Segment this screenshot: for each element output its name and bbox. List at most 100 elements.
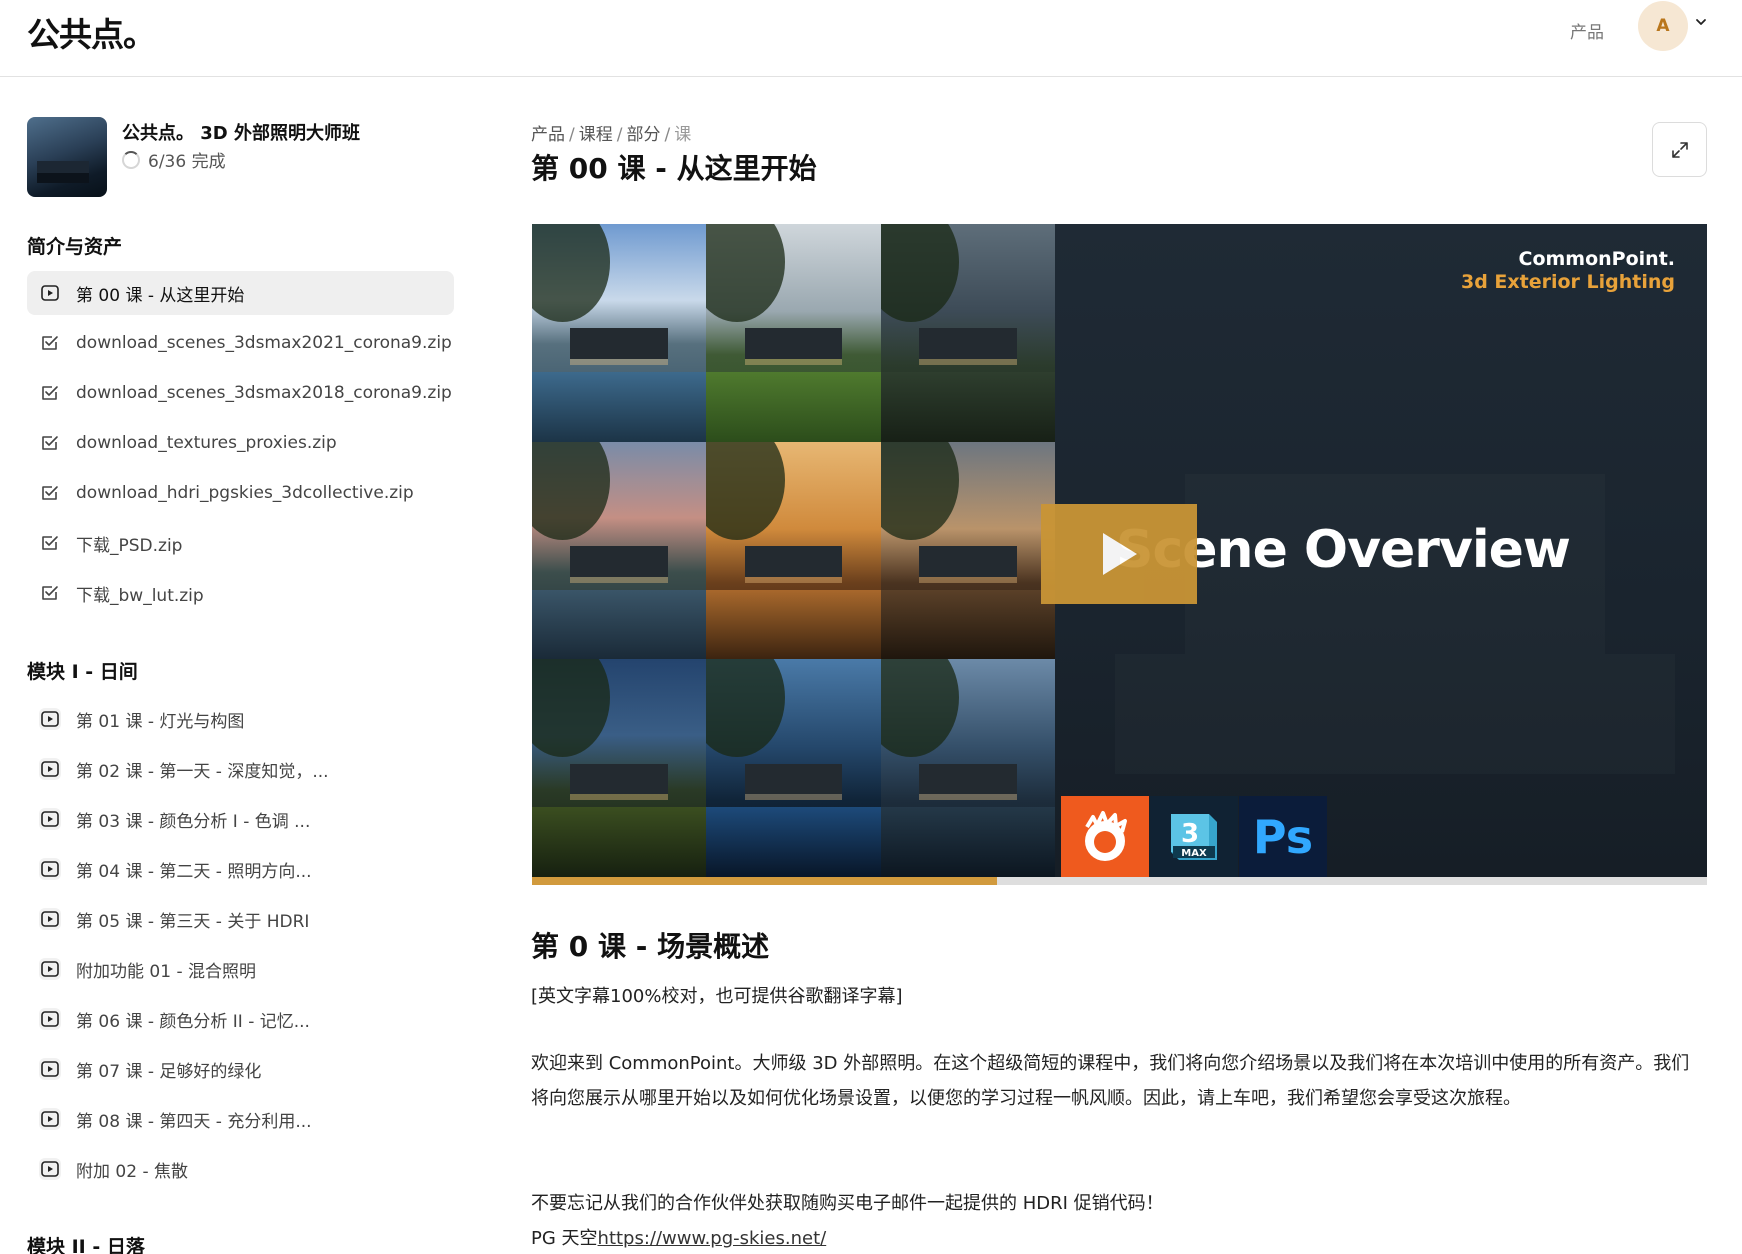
sidebar-lesson-item[interactable]: 第 00 课 - 从这里开始 — [27, 271, 454, 315]
video-lesson-icon — [39, 1158, 61, 1180]
section-title: 模块 II - 日落 — [27, 1236, 145, 1254]
sidebar-lesson-item[interactable]: 第 07 课 - 足够好的绿化 — [27, 1047, 454, 1091]
video-lesson-icon — [39, 858, 61, 880]
sidebar-lesson-item[interactable]: 附加 02 - 焦散 — [27, 1147, 454, 1191]
brand-subtitle: 3d Exterior Lighting — [1460, 271, 1675, 293]
checkbox-checked-icon — [39, 532, 61, 554]
thumbnail-collage — [532, 224, 1055, 877]
sidebar-lesson-item[interactable]: 第 08 课 - 第四天 - 充分利用... — [27, 1097, 454, 1141]
lesson-label: 第 07 课 - 足够好的绿化 — [76, 1061, 262, 1082]
page-title: 第 00 课 - 从这里开始 — [531, 152, 817, 185]
subtitle-note: [英文字幕100%校对，也可提供谷歌翻译字幕] — [531, 986, 903, 1007]
collage-tile — [532, 441, 707, 660]
breadcrumb-courses[interactable]: 课程 — [579, 125, 613, 145]
checkbox-checked-icon — [39, 482, 61, 504]
partner-name: PG 天空 — [531, 1228, 598, 1249]
video-lesson-icon — [39, 282, 61, 304]
sidebar-lesson-item[interactable]: 下载_bw_lut.zip — [27, 571, 454, 615]
lesson-label: 第 01 课 - 灯光与构图 — [76, 711, 245, 732]
section-title: 模块 I - 日间 — [27, 661, 138, 683]
sidebar-lesson-item[interactable]: 附加功能 01 - 混合照明 — [27, 947, 454, 991]
collage-tile — [880, 224, 1055, 442]
sidebar-lesson-item[interactable]: 第 05 课 - 第三天 - 关于 HDRI — [27, 897, 454, 941]
partner-line: PG 天空https://www.pg-skies.net/ — [531, 1221, 1706, 1254]
collage-tile — [880, 659, 1055, 877]
nav-products-link[interactable]: 产品 — [1570, 18, 1604, 43]
lesson-label: 第 06 课 - 颜色分析 II - 记忆... — [76, 1011, 310, 1032]
course-thumbnail — [27, 117, 107, 197]
video-lesson-icon — [39, 1058, 61, 1080]
user-avatar[interactable]: A — [1638, 1, 1688, 51]
breadcrumb-section[interactable]: 部分 — [626, 125, 660, 145]
sidebar-lesson-item[interactable]: 第 01 课 - 灯光与构图 — [27, 697, 454, 741]
photoshop-icon: Ps — [1239, 796, 1327, 877]
video-progress-bar[interactable] — [532, 877, 1707, 885]
video-lesson-icon — [39, 708, 61, 730]
top-header: 公共点。 产品 A — [0, 0, 1742, 77]
partner-link[interactable]: https://www.pg-skies.net/ — [598, 1228, 827, 1249]
collage-tile — [532, 659, 707, 877]
expand-icon — [1671, 141, 1688, 158]
checkbox-checked-icon — [39, 382, 61, 404]
lesson-label: download_hdri_pgskies_3dcollective.zip — [76, 483, 414, 503]
brand-name: CommonPoint. — [1518, 248, 1676, 270]
section-title: 简介与资产 — [27, 236, 123, 258]
lesson-label: download_scenes_3dsmax2021_corona9.zip — [76, 333, 452, 353]
lesson-label: 第 08 课 - 第四天 - 充分利用... — [76, 1111, 312, 1132]
lesson-label: download_textures_proxies.zip — [76, 433, 337, 453]
sidebar-lesson-item[interactable]: 第 03 课 - 颜色分析 I - 色调 ... — [27, 797, 454, 841]
sidebar-lesson-item[interactable]: download_hdri_pgskies_3dcollective.zip — [27, 471, 454, 515]
course-sidebar: 公共点。 3D 外部照明大师班 6/36 完成 简介与资产第 00 课 - 从这… — [0, 78, 480, 1254]
site-logo[interactable]: 公共点。 — [27, 8, 156, 56]
checkbox-checked-icon — [39, 332, 61, 354]
play-button[interactable] — [1041, 504, 1197, 604]
lesson-label: 附加 02 - 焦散 — [76, 1161, 188, 1182]
3ds-max-icon: 3 MAX — [1150, 796, 1238, 877]
lesson-label: 第 02 课 - 第一天 - 深度知觉，... — [76, 761, 329, 782]
corona-renderer-icon — [1061, 796, 1149, 877]
sidebar-lesson-item[interactable]: download_textures_proxies.zip — [27, 421, 454, 465]
course-title: 公共点。 3D 外部照明大师班 — [122, 123, 360, 144]
lesson-label: 第 05 课 - 第三天 - 关于 HDRI — [76, 911, 310, 932]
sidebar-lesson-item[interactable]: download_scenes_3dsmax2018_corona9.zip — [27, 371, 454, 415]
breadcrumb: 产品 / 课程 / 部分 / 课 — [531, 125, 692, 145]
video-lesson-icon — [39, 908, 61, 930]
chevron-down-icon[interactable] — [1693, 14, 1709, 30]
lesson-heading: 第 0 课 - 场景概述 — [531, 930, 770, 963]
video-lesson-icon — [39, 1008, 61, 1030]
collage-tile — [880, 441, 1055, 660]
lesson-label: 第 04 课 - 第二天 - 照明方向... — [76, 861, 312, 882]
collage-tile — [706, 659, 881, 877]
lesson-label: 附加功能 01 - 混合照明 — [76, 961, 256, 982]
sidebar-lesson-item[interactable]: 第 02 课 - 第一天 - 深度知觉，... — [27, 747, 454, 791]
promo-paragraph: 不要忘记从我们的合作伙伴处获取随购买电子邮件一起提供的 HDRI 促销代码！ — [531, 1193, 1164, 1214]
sidebar-lesson-item[interactable]: 第 04 课 - 第二天 - 照明方向... — [27, 847, 454, 891]
breadcrumb-products[interactable]: 产品 — [531, 125, 565, 145]
video-lesson-icon — [39, 808, 61, 830]
sidebar-lesson-item[interactable]: 第 06 课 - 颜色分析 II - 记忆... — [27, 997, 454, 1041]
breadcrumb-current: 课 — [674, 125, 692, 145]
collage-tile — [706, 441, 881, 660]
svg-text:MAX: MAX — [1181, 848, 1207, 859]
lesson-label: 第 00 课 - 从这里开始 — [76, 285, 245, 306]
fullscreen-button[interactable] — [1652, 122, 1707, 177]
video-lesson-icon — [39, 1108, 61, 1130]
sidebar-lesson-item[interactable]: download_scenes_3dsmax2021_corona9.zip — [27, 321, 454, 365]
course-card[interactable]: 公共点。 3D 外部照明大师班 6/36 完成 — [27, 117, 467, 197]
play-icon — [1103, 533, 1137, 575]
checkbox-checked-icon — [39, 432, 61, 454]
collage-tile — [532, 224, 707, 442]
sidebar-lesson-item[interactable]: 下载_PSD.zip — [27, 521, 454, 565]
progress-text: 6/36 完成 — [148, 152, 226, 172]
tool-icons: 3 MAX Ps — [1061, 796, 1327, 877]
svg-text:3: 3 — [1181, 819, 1199, 849]
video-lesson-icon — [39, 758, 61, 780]
video-progress-fill — [532, 877, 998, 885]
lesson-label: 下载_PSD.zip — [76, 535, 183, 556]
lesson-label: 第 03 课 - 颜色分析 I - 色调 ... — [76, 811, 311, 832]
description-paragraph: 欢迎来到 CommonPoint。大师级 3D 外部照明。在这个超级简短的课程中… — [531, 1053, 1690, 1109]
course-progress: 6/36 完成 — [122, 147, 226, 172]
video-lesson-icon — [39, 958, 61, 980]
progress-spinner-icon — [122, 150, 140, 169]
video-player[interactable]: CommonPoint. 3d Exterior Lighting Scene … — [532, 224, 1707, 877]
